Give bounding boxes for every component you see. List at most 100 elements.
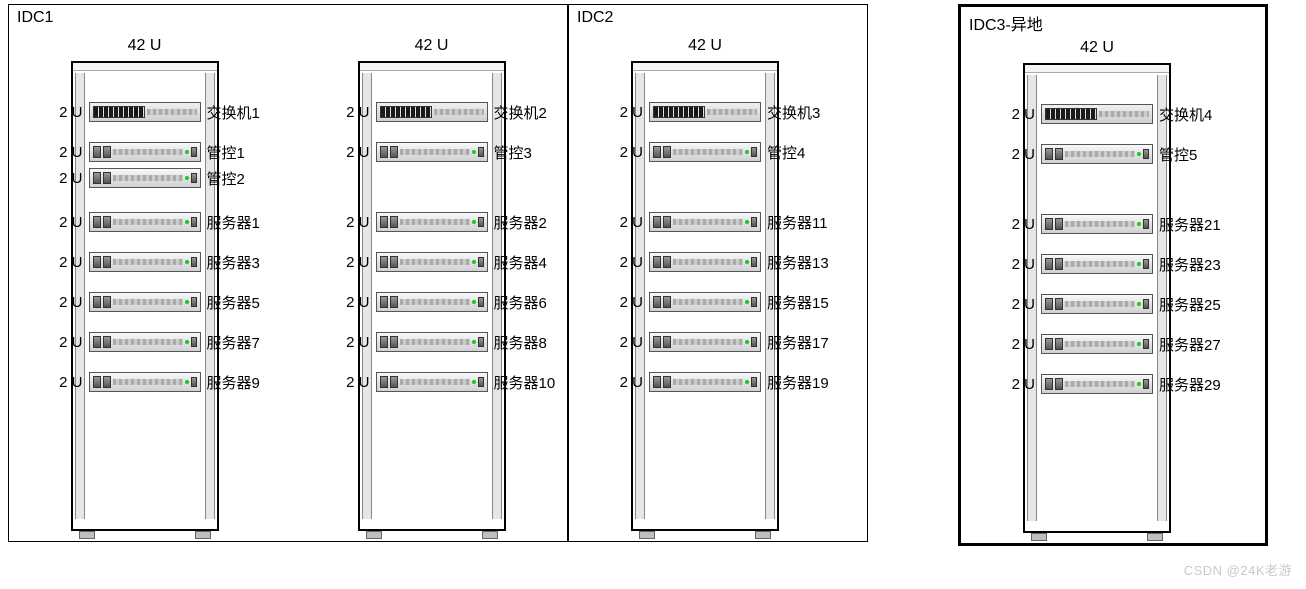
rack-slot: 2 U管控1 bbox=[89, 141, 201, 163]
server-unit bbox=[89, 292, 201, 312]
rack-frame: 2 U交换机42 U管控52 U服务器212 U服务器232 U服务器252 U… bbox=[1023, 63, 1171, 533]
switch-unit bbox=[1041, 104, 1153, 124]
rack-slot: 2 U交换机3 bbox=[649, 101, 761, 123]
device-label: 服务器3 bbox=[201, 252, 260, 273]
unit-body bbox=[113, 299, 183, 305]
rack-slot: 2 U服务器6 bbox=[376, 291, 488, 313]
unit-body bbox=[673, 339, 743, 345]
drive-bay-icon bbox=[751, 217, 757, 227]
device-label: 管控1 bbox=[201, 142, 245, 163]
drive-bay-icon bbox=[191, 217, 197, 227]
device-label: 管控4 bbox=[761, 142, 805, 163]
rack-header: 42 U bbox=[1080, 39, 1114, 57]
rack-slot: 2 U交换机2 bbox=[376, 101, 488, 123]
switch-ports-icon bbox=[1045, 108, 1097, 120]
drive-bay-icon bbox=[191, 337, 197, 347]
u-size-label: 2 U bbox=[338, 334, 376, 351]
switch-ports-icon bbox=[93, 106, 145, 118]
drive-bay-icon bbox=[663, 216, 671, 228]
device-label: 管控2 bbox=[201, 168, 245, 189]
drive-bay-icon bbox=[380, 216, 388, 228]
drive-bay-icon bbox=[751, 337, 757, 347]
u-size-label: 2 U bbox=[611, 374, 649, 391]
rack-column: 42 U 2 U交换机12 U管控12 U管控22 U服务器12 U服务器32 U… bbox=[15, 37, 274, 531]
rack-slot: 2 U服务器25 bbox=[1041, 293, 1153, 315]
unit-body bbox=[147, 109, 197, 115]
drive-bay-icon bbox=[390, 146, 398, 158]
unit-body bbox=[400, 259, 470, 265]
u-size-label: 2 U bbox=[1003, 216, 1041, 233]
unit-body bbox=[113, 379, 183, 385]
drive-bay-icon bbox=[1143, 379, 1149, 389]
server-unit bbox=[649, 292, 761, 312]
status-led-icon bbox=[1137, 152, 1141, 156]
rack-frame: 2 U交换机12 U管控12 U管控22 U服务器12 U服务器32 U服务器5… bbox=[71, 61, 219, 531]
drive-bay-icon bbox=[1143, 299, 1149, 309]
device-label: 交换机4 bbox=[1153, 104, 1212, 125]
device-label: 服务器2 bbox=[488, 212, 547, 233]
status-led-icon bbox=[472, 380, 476, 384]
rack-slot: 2 U服务器15 bbox=[649, 291, 761, 313]
drive-bay-icon bbox=[191, 297, 197, 307]
u-size-label: 2 U bbox=[338, 294, 376, 311]
u-size-label: 2 U bbox=[338, 374, 376, 391]
u-size-label: 2 U bbox=[1003, 106, 1041, 123]
rack-header: 42 U bbox=[128, 37, 162, 55]
rack-slot: 2 U服务器11 bbox=[649, 211, 761, 233]
idc-box: IDC142 U2 U交换机12 U管控12 U管控22 U服务器12 U服务器… bbox=[8, 4, 568, 542]
status-led-icon bbox=[185, 220, 189, 224]
u-size-label: 2 U bbox=[1003, 256, 1041, 273]
rack-slot: 2 U服务器27 bbox=[1041, 333, 1153, 355]
u-size-label: 2 U bbox=[611, 294, 649, 311]
drive-bay-icon bbox=[103, 296, 111, 308]
u-size-label: 2 U bbox=[1003, 296, 1041, 313]
u-size-label: 2 U bbox=[51, 374, 89, 391]
drive-bay-icon bbox=[191, 147, 197, 157]
unit-body bbox=[707, 109, 757, 115]
status-led-icon bbox=[185, 300, 189, 304]
device-label: 服务器6 bbox=[488, 292, 547, 313]
drive-bay-icon bbox=[751, 297, 757, 307]
unit-body bbox=[673, 219, 743, 225]
drive-bay-icon bbox=[390, 296, 398, 308]
unit-body bbox=[1065, 221, 1135, 227]
device-label: 服务器11 bbox=[761, 212, 828, 233]
server-unit bbox=[1041, 214, 1153, 234]
rack-slot: 2 U服务器17 bbox=[649, 331, 761, 353]
unit-body bbox=[673, 259, 743, 265]
status-led-icon bbox=[472, 260, 476, 264]
u-size-label: 2 U bbox=[611, 104, 649, 121]
drive-bay-icon bbox=[1045, 298, 1053, 310]
drive-bay-icon bbox=[653, 296, 661, 308]
drive-bay-icon bbox=[380, 146, 388, 158]
u-size-label: 2 U bbox=[1003, 336, 1041, 353]
status-led-icon bbox=[1137, 382, 1141, 386]
drive-bay-icon bbox=[663, 256, 671, 268]
drive-bay-icon bbox=[191, 173, 197, 183]
status-led-icon bbox=[1137, 342, 1141, 346]
drive-bay-icon bbox=[103, 216, 111, 228]
unit-body bbox=[400, 339, 470, 345]
server-unit bbox=[1041, 254, 1153, 274]
server-unit bbox=[1041, 374, 1153, 394]
server-unit bbox=[376, 212, 488, 232]
drive-bay-icon bbox=[1045, 148, 1053, 160]
server-unit bbox=[376, 332, 488, 352]
server-unit bbox=[376, 372, 488, 392]
status-led-icon bbox=[1137, 262, 1141, 266]
device-label: 交换机2 bbox=[488, 102, 547, 123]
idc-title: IDC2 bbox=[577, 9, 613, 27]
rack-slot: 2 U管控3 bbox=[376, 141, 488, 163]
rack-column: 42 U2 U交换机22 U管控32 U服务器22 U服务器42 U服务器62 … bbox=[302, 37, 561, 531]
drive-bay-icon bbox=[653, 336, 661, 348]
drive-bay-icon bbox=[191, 257, 197, 267]
device-label: 交换机3 bbox=[761, 102, 820, 123]
server-unit bbox=[376, 292, 488, 312]
drive-bay-icon bbox=[751, 147, 757, 157]
rack-slot: 2 U服务器13 bbox=[649, 251, 761, 273]
u-size-label: 2 U bbox=[611, 144, 649, 161]
u-size-label: 2 U bbox=[51, 294, 89, 311]
rack-frame: 2 U交换机22 U管控32 U服务器22 U服务器42 U服务器62 U服务器… bbox=[358, 61, 506, 531]
drive-bay-icon bbox=[1055, 148, 1063, 160]
rack-slot: 2 U服务器9 bbox=[89, 371, 201, 393]
